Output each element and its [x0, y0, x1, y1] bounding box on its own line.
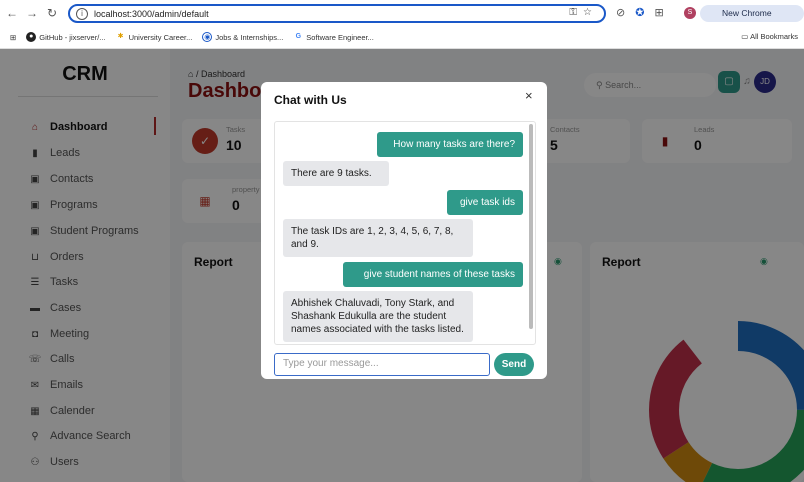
password-key-icon[interactable]: ⚿ — [569, 7, 583, 18]
extensions-puzzle-icon[interactable]: ⊞ — [654, 6, 663, 19]
close-icon[interactable]: × — [525, 88, 533, 103]
bookmark-label: University Career... — [128, 32, 193, 42]
chat-scrollbar[interactable] — [529, 124, 533, 329]
browser-toolbar: ← → ↻ i localhost:3000/admin/default ⚿☆ … — [0, 0, 804, 35]
chat-message-input[interactable]: Type your message... — [274, 353, 490, 376]
all-bookmarks-button[interactable]: ▭ All Bookmarks — [741, 32, 798, 41]
star-icon: ✱ — [117, 33, 124, 40]
chat-message-user: give student names of these tasks — [343, 262, 523, 287]
folder-icon: ▭ — [741, 32, 751, 41]
chat-modal: Chat with Us × How many tasks are there?… — [261, 82, 547, 379]
bookmark-label: GitHub - jixserver/... — [39, 32, 106, 42]
github-icon: ● — [26, 32, 37, 42]
bookmark-label: Software Engineer... — [306, 32, 374, 42]
site-info-icon[interactable]: i — [76, 7, 88, 20]
google-icon: G — [295, 33, 302, 40]
extension-check-icon[interactable]: ⊘ — [616, 6, 625, 19]
chat-message-user: How many tasks are there? — [377, 132, 523, 157]
chat-message-user: give task ids — [447, 190, 523, 215]
chat-message-bot: Abhishek Chaluvadi, Tony Stark, and Shas… — [283, 291, 473, 342]
chat-message-bot: The task IDs are 1, 2, 3, 4, 5, 6, 7, 8,… — [283, 219, 473, 257]
bookmark-github[interactable]: ● GitHub - jixserver/... — [26, 32, 106, 42]
apps-grid-icon[interactable]: ⊞ — [10, 33, 16, 42]
extension-icon[interactable]: ✪ — [635, 6, 644, 19]
bookmark-star-icon[interactable]: ☆ — [583, 7, 598, 18]
bookmark-software[interactable]: G Software Engineer... — [293, 32, 374, 42]
chat-message-bot: There are 9 tasks. — [283, 161, 389, 186]
address-bar-actions: ⚿☆ — [569, 7, 598, 18]
address-bar[interactable]: i localhost:3000/admin/default ⚿☆ — [68, 4, 606, 23]
send-button[interactable]: Send — [494, 353, 534, 376]
chat-messages[interactable]: How many tasks are there? There are 9 ta… — [274, 121, 536, 345]
modal-title: Chat with Us — [274, 93, 347, 107]
profile-avatar[interactable]: S — [684, 7, 696, 19]
bookmark-jobs[interactable]: ◉ Jobs & Internships... — [202, 32, 283, 42]
forward-arrow-icon[interactable]: → — [24, 6, 40, 20]
jobs-icon: ◉ — [202, 32, 213, 42]
back-arrow-icon[interactable]: ← — [4, 6, 20, 20]
bookmarks-bar: ⊞ ● GitHub - jixserver/... ✱ University Ca… — [0, 26, 804, 49]
extension-icons: ⊘ ✪ ⊞ — [616, 6, 664, 19]
chrome-update-button[interactable]: New Chrome available ⋮ — [700, 5, 804, 35]
reload-icon[interactable]: ↻ — [44, 6, 60, 20]
url-text: localhost:3000/admin/default — [94, 8, 209, 19]
all-bookmarks-label: All Bookmarks — [750, 32, 798, 41]
bookmark-university[interactable]: ✱ University Career... — [116, 32, 193, 42]
bookmark-label: Jobs & Internships... — [215, 32, 284, 42]
